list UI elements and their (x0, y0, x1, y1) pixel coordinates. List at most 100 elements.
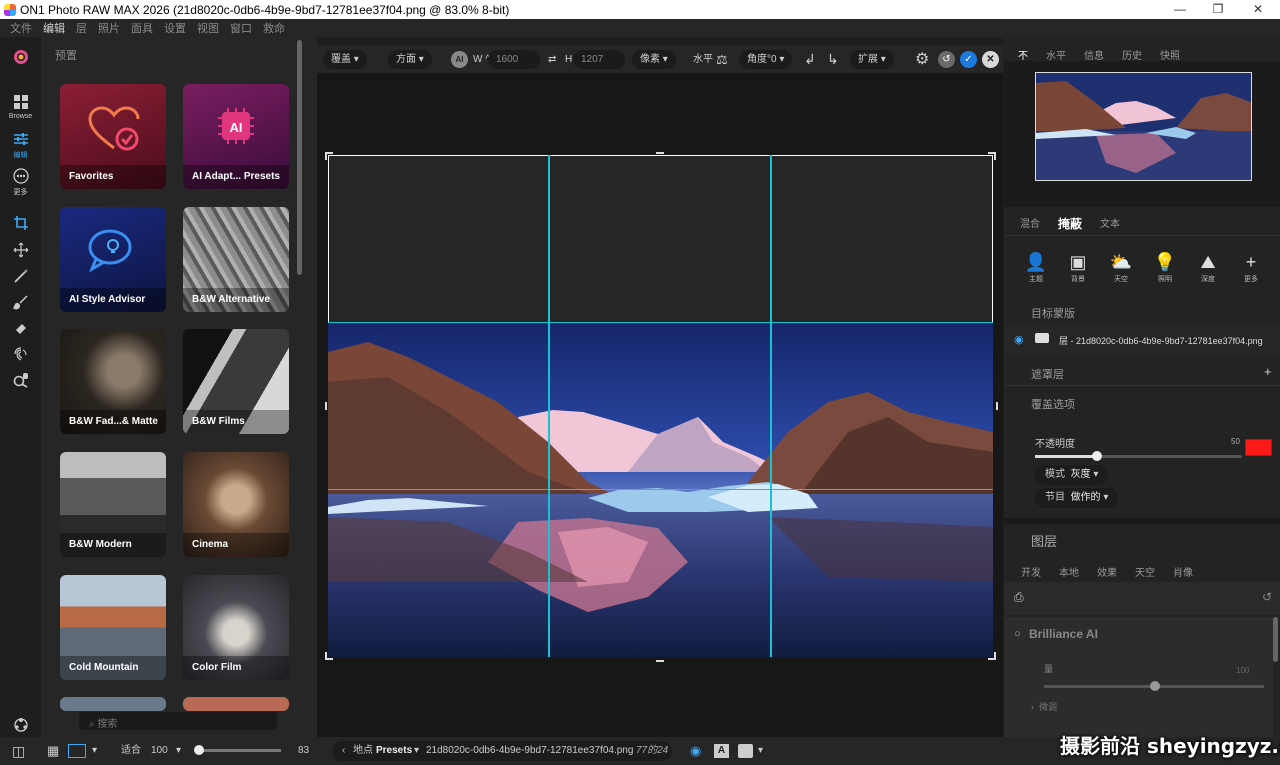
section-dropdown[interactable]: 节目 做作的 ▾ (1035, 488, 1119, 508)
mask-more-button[interactable]: + 更多 (1236, 252, 1266, 284)
tab-effects[interactable]: 效果 (1097, 564, 1117, 579)
gear-icon[interactable]: ⚙ (915, 50, 929, 69)
zoom-slider-thumb[interactable] (194, 745, 204, 755)
zoom-tool-icon[interactable] (0, 372, 41, 391)
angle-input[interactable]: 角度°0 ▾ (739, 50, 793, 69)
apply-button[interactable]: ✓ (960, 51, 977, 68)
single-view-icon[interactable] (68, 744, 86, 758)
tab-info[interactable]: 信息 (1084, 47, 1104, 62)
mask-lighting-button[interactable]: 💡 照明 (1150, 252, 1180, 284)
edit-button[interactable]: 编辑 (0, 131, 41, 160)
browse-button[interactable]: Browse (0, 94, 41, 120)
orientation-dropdown[interactable]: 方面 ▾ (388, 50, 432, 69)
fit-button[interactable]: 适合 (121, 737, 141, 765)
crop-tool-icon[interactable] (0, 215, 41, 234)
overlay-color-swatch[interactable] (1245, 439, 1272, 456)
preset-favorites[interactable]: Favorites (60, 84, 166, 189)
zoom-dropdown-icon[interactable]: ▾ (176, 737, 181, 765)
crop-handle-top[interactable] (656, 152, 664, 160)
crop-handle-bottom-left[interactable] (325, 652, 333, 660)
preset-cold-mountain[interactable]: Cold Mountain (60, 575, 166, 680)
preset-bw-films[interactable]: B&W Films (183, 329, 289, 434)
eraser-tool-icon[interactable] (0, 320, 41, 339)
transform-tool-icon[interactable] (0, 242, 41, 261)
crop-handle-top-right[interactable] (988, 152, 996, 160)
tab-snapshots[interactable]: 快照 (1160, 47, 1180, 62)
crop-handle-top-left[interactable] (325, 152, 333, 160)
tab-portrait[interactable]: 肖像 (1173, 564, 1193, 579)
retouch-tool-icon[interactable] (0, 346, 41, 365)
reset-button[interactable]: ↺ (938, 51, 955, 68)
tab-navigator[interactable]: 不 (1018, 47, 1028, 62)
preset-bw-modern[interactable]: B&W Modern (60, 452, 166, 557)
magic-wand-icon[interactable] (0, 268, 41, 287)
preset-bw-faded-matte[interactable]: B&W Fad...& Matte (60, 329, 166, 434)
mask-view-dropdown-icon[interactable]: ▾ (758, 737, 763, 765)
ai-crop-button[interactable]: AI (451, 51, 468, 68)
unit-dropdown[interactable]: 像素 ▾ (632, 50, 676, 69)
preset-bw-alternative[interactable]: B&W Alternative (183, 207, 289, 312)
text-overlay-icon[interactable]: A (714, 744, 729, 758)
target-layer-row[interactable]: ◉ 层 - 21d8020c-0db6-4b9e-9bd7-12781ee37f… (1004, 323, 1280, 357)
crop-handle-left[interactable] (325, 402, 333, 410)
tab-sky[interactable]: 天空 (1135, 564, 1155, 579)
menu-file[interactable]: 文件 (10, 20, 32, 36)
tab-level[interactable]: 水平 (1046, 47, 1066, 62)
app-menu-icon[interactable] (0, 49, 41, 68)
opacity-slider[interactable] (1035, 451, 1242, 461)
preset-ai-adaptive[interactable]: AI AI Adapt... Presets (183, 84, 289, 189)
tab-local[interactable]: 本地 (1059, 564, 1079, 579)
breadcrumb-back-icon[interactable]: ‹ (342, 737, 345, 765)
crop-handle-bottom-right[interactable] (988, 652, 996, 660)
preset-partial[interactable] (183, 697, 289, 711)
amount-slider-thumb[interactable] (1150, 681, 1160, 691)
preset-ai-style-advisor[interactable]: AI Style Advisor (60, 207, 166, 312)
mask-background-button[interactable]: ▣ 背景 (1063, 252, 1093, 284)
tab-masking[interactable]: 掩蔽 (1058, 215, 1082, 232)
close-window-button[interactable]: ✕ (1240, 0, 1276, 19)
overlay-dropdown[interactable]: 覆盖 ▾ (323, 50, 367, 69)
menu-window[interactable]: 窗口 (230, 20, 252, 36)
swap-dimensions-icon[interactable]: ⇄ (548, 50, 556, 69)
height-input[interactable]: 1207 (573, 50, 625, 69)
preset-partial[interactable] (60, 697, 166, 711)
preset-cinema[interactable]: Cinema (183, 452, 289, 557)
minimize-button[interactable]: — (1162, 0, 1198, 19)
menu-photo[interactable]: 照片 (98, 20, 120, 36)
width-input[interactable]: 1600 (488, 50, 540, 69)
navigator-thumbnail[interactable] (1035, 72, 1252, 181)
rotate-right-icon[interactable]: ↳ (827, 50, 839, 69)
breadcrumb-presets[interactable]: Presets (376, 737, 412, 765)
tab-develop[interactable]: 开发 (1021, 564, 1041, 579)
grid-view-icon[interactable]: ▦ (47, 737, 59, 765)
menu-layer[interactable]: 层 (76, 20, 87, 36)
extensions-icon[interactable] (0, 716, 41, 735)
radio-selected-icon[interactable]: ◉ (1014, 333, 1024, 346)
menu-mask[interactable]: 面具 (131, 20, 153, 36)
preset-color-film[interactable]: Color Film (183, 575, 289, 680)
breadcrumb-dropdown-icon[interactable]: ▾ (414, 737, 419, 765)
amount-slider[interactable] (1044, 681, 1264, 691)
expand-dropdown[interactable]: 扩展 ▾ (850, 50, 894, 69)
zoom-value[interactable]: 100 (151, 737, 168, 765)
presets-search-input[interactable]: ⌕ 搜索 (79, 712, 277, 730)
brush-tool-icon[interactable] (0, 294, 41, 313)
mode-dropdown[interactable]: 模式 灰度 ▾ (1035, 465, 1109, 485)
add-mask-layer-icon[interactable]: + (1264, 364, 1272, 379)
mask-sky-button[interactable]: ⛅ 天空 (1106, 252, 1136, 284)
fine-tune-toggle[interactable]: › 微调 (1031, 700, 1057, 713)
presets-scrollbar[interactable] (297, 40, 302, 275)
menu-edit[interactable]: 编辑 (43, 20, 65, 36)
mask-depth-button[interactable]: ⛰ 深度 (1193, 252, 1223, 284)
enable-toggle-icon[interactable]: ○ (1014, 628, 1021, 640)
export-icon[interactable]: ⎙ (1014, 590, 1024, 605)
menu-help[interactable]: 救命 (263, 20, 285, 36)
tab-text[interactable]: 文本 (1100, 215, 1120, 232)
tab-blend[interactable]: 混合 (1020, 215, 1040, 232)
panel-toggle-icon[interactable]: ◫ (12, 737, 25, 765)
tab-history[interactable]: 历史 (1122, 47, 1142, 62)
cancel-button[interactable]: ✕ (982, 51, 999, 68)
rotate-left-icon[interactable]: ↲ (804, 50, 816, 69)
opacity-slider-thumb[interactable] (1092, 451, 1102, 461)
preview-eye-icon[interactable]: ◉ (690, 737, 701, 765)
